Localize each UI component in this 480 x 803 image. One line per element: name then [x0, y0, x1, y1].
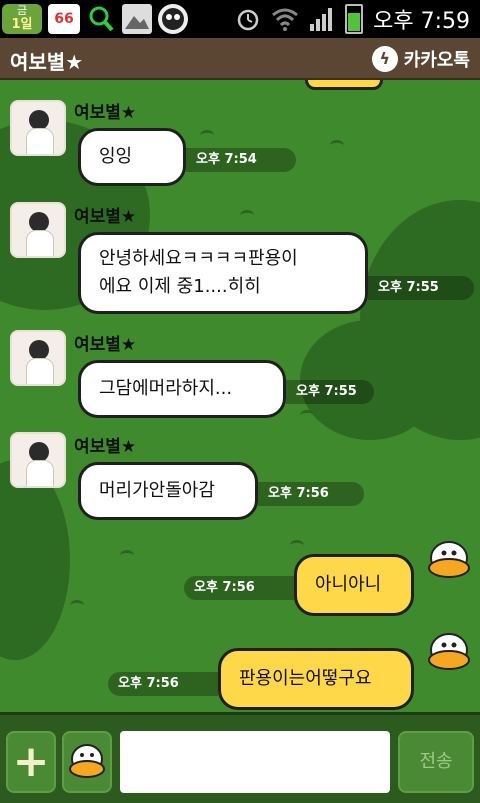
calendar-day: 금 [16, 4, 28, 17]
image-icon [122, 4, 152, 34]
duck-avatar-icon [428, 541, 470, 578]
message-bubble[interactable]: 머리가안돌아감 [78, 462, 258, 520]
wifi-icon [272, 8, 299, 31]
kakaotalk-brand[interactable]: ϟ 카카오톡 [371, 46, 470, 72]
calendar-date: 1일 [11, 17, 33, 32]
avatar[interactable] [10, 330, 66, 386]
brand-label: 카카오톡 [403, 50, 470, 71]
message-time: 오후 7:56 [258, 482, 364, 506]
grass-tuft [240, 210, 254, 221]
alien-icon [158, 4, 188, 34]
milk-badge: 66 [54, 11, 74, 27]
message-time: 오후 7:56 [108, 672, 218, 696]
message-bubble[interactable]: 잉잉 [78, 128, 186, 186]
chat-header: 여보별★ ϟ 카카오톡 [0, 38, 480, 80]
message-bubble-outgoing[interactable]: 판용이는어떻구요 [218, 648, 414, 710]
battery-icon [345, 4, 364, 34]
grass-tuft [330, 140, 344, 151]
previous-message-bubble [305, 80, 383, 90]
message-time: 오후 7:55 [286, 380, 374, 404]
message-time: 오후 7:54 [186, 148, 296, 172]
message-bubble-outgoing[interactable]: 아니아니 [294, 554, 414, 616]
message-input[interactable] [120, 731, 390, 793]
message-time: 오후 7:56 [184, 576, 294, 600]
duck-avatar-icon [428, 633, 470, 670]
avatar[interactable] [10, 202, 66, 258]
avatar[interactable] [10, 432, 66, 488]
status-bar: 금 1일 66 오후 7:59 [0, 0, 480, 38]
sender-name: 여보별★ [74, 335, 137, 355]
grass-tuft [70, 600, 84, 611]
milk-icon: 66 [48, 4, 80, 34]
chat-area[interactable]: 여보별★ 잉잉 오후 7:54 여보별★ 안녕하세요ㅋㅋㅋㅋ판용이 에요 이제 … [0, 80, 480, 712]
sender-name: 여보별★ [74, 207, 137, 227]
message-time: 오후 7:55 [368, 276, 474, 300]
chat-room-title: 여보별★ [10, 50, 84, 74]
background-bush [0, 460, 70, 660]
calendar-icon: 금 1일 [2, 4, 42, 34]
grass-tuft [120, 550, 134, 561]
send-button[interactable]: 전송 [398, 731, 474, 793]
alarm-icon [237, 9, 259, 31]
sender-name: 여보별★ [74, 437, 137, 457]
lightning-icon: ϟ [371, 46, 398, 72]
search-icon [89, 6, 114, 32]
avatar[interactable] [10, 100, 66, 156]
emoticon-button[interactable] [62, 731, 112, 793]
grass-tuft [290, 540, 304, 551]
message-bubble[interactable]: 그담에머라하지... [78, 360, 286, 418]
message-bubble[interactable]: 안녕하세요ㅋㅋㅋㅋ판용이 에요 이제 중1....히히 [78, 232, 368, 314]
signal-icon [310, 8, 333, 31]
status-clock: 오후 7:59 [373, 9, 470, 34]
duck-emoticon-icon [69, 744, 105, 778]
input-bar: + 전송 [0, 712, 480, 803]
grass-tuft [300, 410, 314, 421]
plus-button[interactable]: + [6, 731, 56, 793]
sender-name: 여보별★ [74, 103, 137, 123]
grass-tuft [200, 130, 214, 141]
